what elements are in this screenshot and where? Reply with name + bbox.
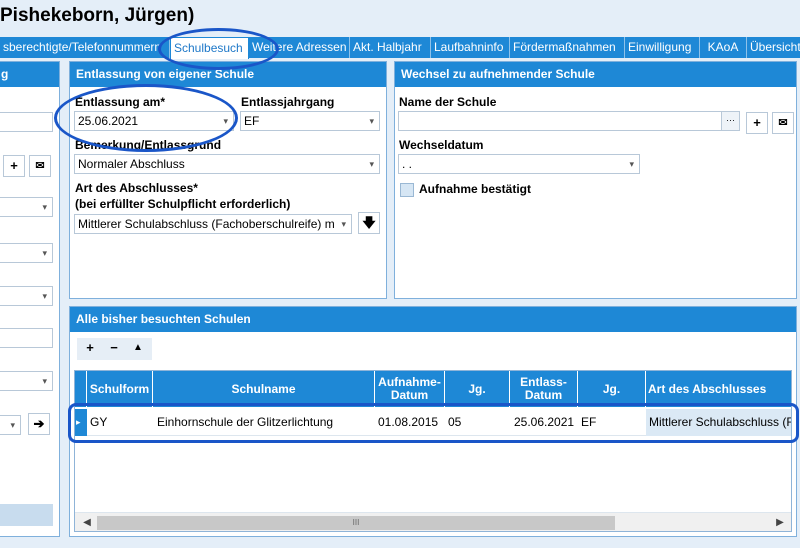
left-field-2[interactable] bbox=[0, 328, 53, 348]
col-aufnahmedatum[interactable]: Aufnahme-Datum bbox=[375, 371, 445, 407]
col-jg-2[interactable]: Jg. bbox=[578, 371, 646, 407]
row-indicator-header bbox=[75, 371, 87, 407]
arrow-right-icon[interactable]: ➔ bbox=[28, 413, 50, 435]
chevron-down-icon: ▾ bbox=[42, 202, 47, 212]
tab-einwilligung[interactable]: Einwilligung bbox=[625, 37, 700, 58]
window-title: Pishekeborn, Jürgen) bbox=[0, 5, 195, 26]
schule-label: Name der Schule bbox=[399, 95, 497, 109]
aufnahme-label: Aufnahme bestätigt bbox=[419, 182, 532, 196]
tab-sorgeberechtigte[interactable]: sberechtigte/Telefonnummern bbox=[0, 37, 170, 58]
col-jg-1[interactable]: Jg. bbox=[445, 371, 510, 407]
scroll-right-icon[interactable]: ▶ bbox=[772, 515, 788, 531]
entlassgrund-select[interactable]: Normaler Abschluss ▾ bbox=[74, 154, 380, 174]
remove-row-button[interactable]: − bbox=[103, 338, 125, 360]
browse-button[interactable]: ··· bbox=[721, 112, 739, 130]
entlassjahrgang-label: Entlassjahrgang bbox=[241, 95, 335, 109]
wechseldatum-value: . . bbox=[402, 157, 413, 171]
schulen-toolbar: + − ▲ bbox=[77, 338, 152, 360]
entlassgrund-value: Normaler Abschluss bbox=[78, 157, 185, 171]
add-row-button[interactable]: + bbox=[79, 338, 101, 360]
left-envelope-icon[interactable]: ✉ bbox=[29, 155, 51, 177]
chevron-down-icon: ▾ bbox=[629, 159, 634, 169]
tab-kaoa[interactable]: KAoA bbox=[700, 37, 747, 58]
chevron-down-icon: ▾ bbox=[369, 159, 374, 169]
abschluss-value: Mittlerer Schulabschluss (Fachoberschulr… bbox=[78, 217, 335, 231]
col-schulname[interactable]: Schulname bbox=[153, 371, 375, 407]
wechsel-header: Wechsel zu aufnehmender Schule bbox=[395, 62, 796, 87]
scroll-thumb[interactable]: III bbox=[97, 516, 615, 530]
schulen-header: Alle bisher besuchten Schulen bbox=[70, 307, 796, 332]
tab-foerdermassnahmen[interactable]: Fördermaßnahmen bbox=[510, 37, 625, 58]
col-schulform[interactable]: Schulform bbox=[87, 371, 153, 407]
horizontal-scrollbar[interactable]: ◀ III ▶ bbox=[75, 512, 791, 531]
wechsel-panel: Wechsel zu aufnehmender Schule Name der … bbox=[394, 61, 797, 299]
chevron-down-icon: ▾ bbox=[42, 248, 47, 258]
left-select-4[interactable]: ▾ bbox=[0, 371, 53, 391]
abschluss-note: (bei erfüllter Schulpflicht erforderlich… bbox=[75, 197, 291, 211]
scroll-left-icon[interactable]: ◀ bbox=[79, 515, 95, 531]
left-panel: g + ✉ ▾ ▾ ▾ ▾ ▾ ➔ bbox=[0, 61, 60, 537]
left-select-2[interactable]: ▾ bbox=[0, 243, 53, 263]
chevron-down-icon: ▾ bbox=[339, 215, 346, 233]
col-entlassdatum[interactable]: Entlass-Datum bbox=[510, 371, 578, 407]
tab-bar: sberechtigte/Telefonnummern Schulbesuch … bbox=[0, 37, 800, 59]
col-art-abschluss[interactable]: Art des Abschlusses bbox=[646, 371, 791, 407]
add-schule-button[interactable]: + bbox=[746, 112, 768, 134]
entlassjahrgang-select[interactable]: EF ▾ bbox=[240, 111, 380, 131]
chevron-down-icon: ▾ bbox=[42, 376, 47, 386]
chevron-down-icon: ▾ bbox=[10, 420, 15, 430]
left-select-3[interactable]: ▾ bbox=[0, 286, 53, 306]
left-select-5[interactable]: ▾ bbox=[0, 415, 21, 435]
left-panel-header: g bbox=[0, 62, 59, 87]
left-add-button[interactable]: + bbox=[3, 155, 25, 177]
left-field-1[interactable] bbox=[0, 112, 53, 132]
left-panel-button[interactable] bbox=[0, 504, 53, 526]
abschluss-select[interactable]: Mittlerer Schulabschluss (Fachoberschulr… bbox=[74, 214, 352, 234]
schulen-grid: Schulform Schulname Aufnahme-Datum Jg. E… bbox=[74, 370, 792, 532]
aufnahme-checkbox[interactable] bbox=[400, 183, 414, 197]
highlight-schulen-row bbox=[68, 403, 799, 443]
move-up-button[interactable]: ▲ bbox=[127, 338, 149, 360]
schule-field[interactable]: ··· bbox=[398, 111, 740, 131]
highlight-tab-schulbesuch bbox=[158, 28, 279, 70]
abschluss-label: Art des Abschlusses* bbox=[75, 181, 198, 195]
left-select-1[interactable]: ▾ bbox=[0, 197, 53, 217]
envelope-icon[interactable]: ✉ bbox=[772, 112, 794, 134]
wechseldatum-field[interactable]: . . ▾ bbox=[398, 154, 640, 174]
highlight-entlassung-date bbox=[54, 84, 238, 152]
chevron-down-icon: ▾ bbox=[369, 116, 374, 126]
tab-uebersicht[interactable]: Übersicht bbox=[747, 37, 800, 58]
arrow-down-button[interactable]: 🡇 bbox=[358, 212, 380, 234]
chevron-down-icon: ▾ bbox=[42, 291, 47, 301]
tab-akt-halbjahr[interactable]: Akt. Halbjahr bbox=[350, 37, 431, 58]
wechseldatum-label: Wechseldatum bbox=[399, 138, 484, 152]
tab-laufbahninfo[interactable]: Laufbahninfo bbox=[431, 37, 510, 58]
entlassjahrgang-value: EF bbox=[244, 114, 260, 128]
